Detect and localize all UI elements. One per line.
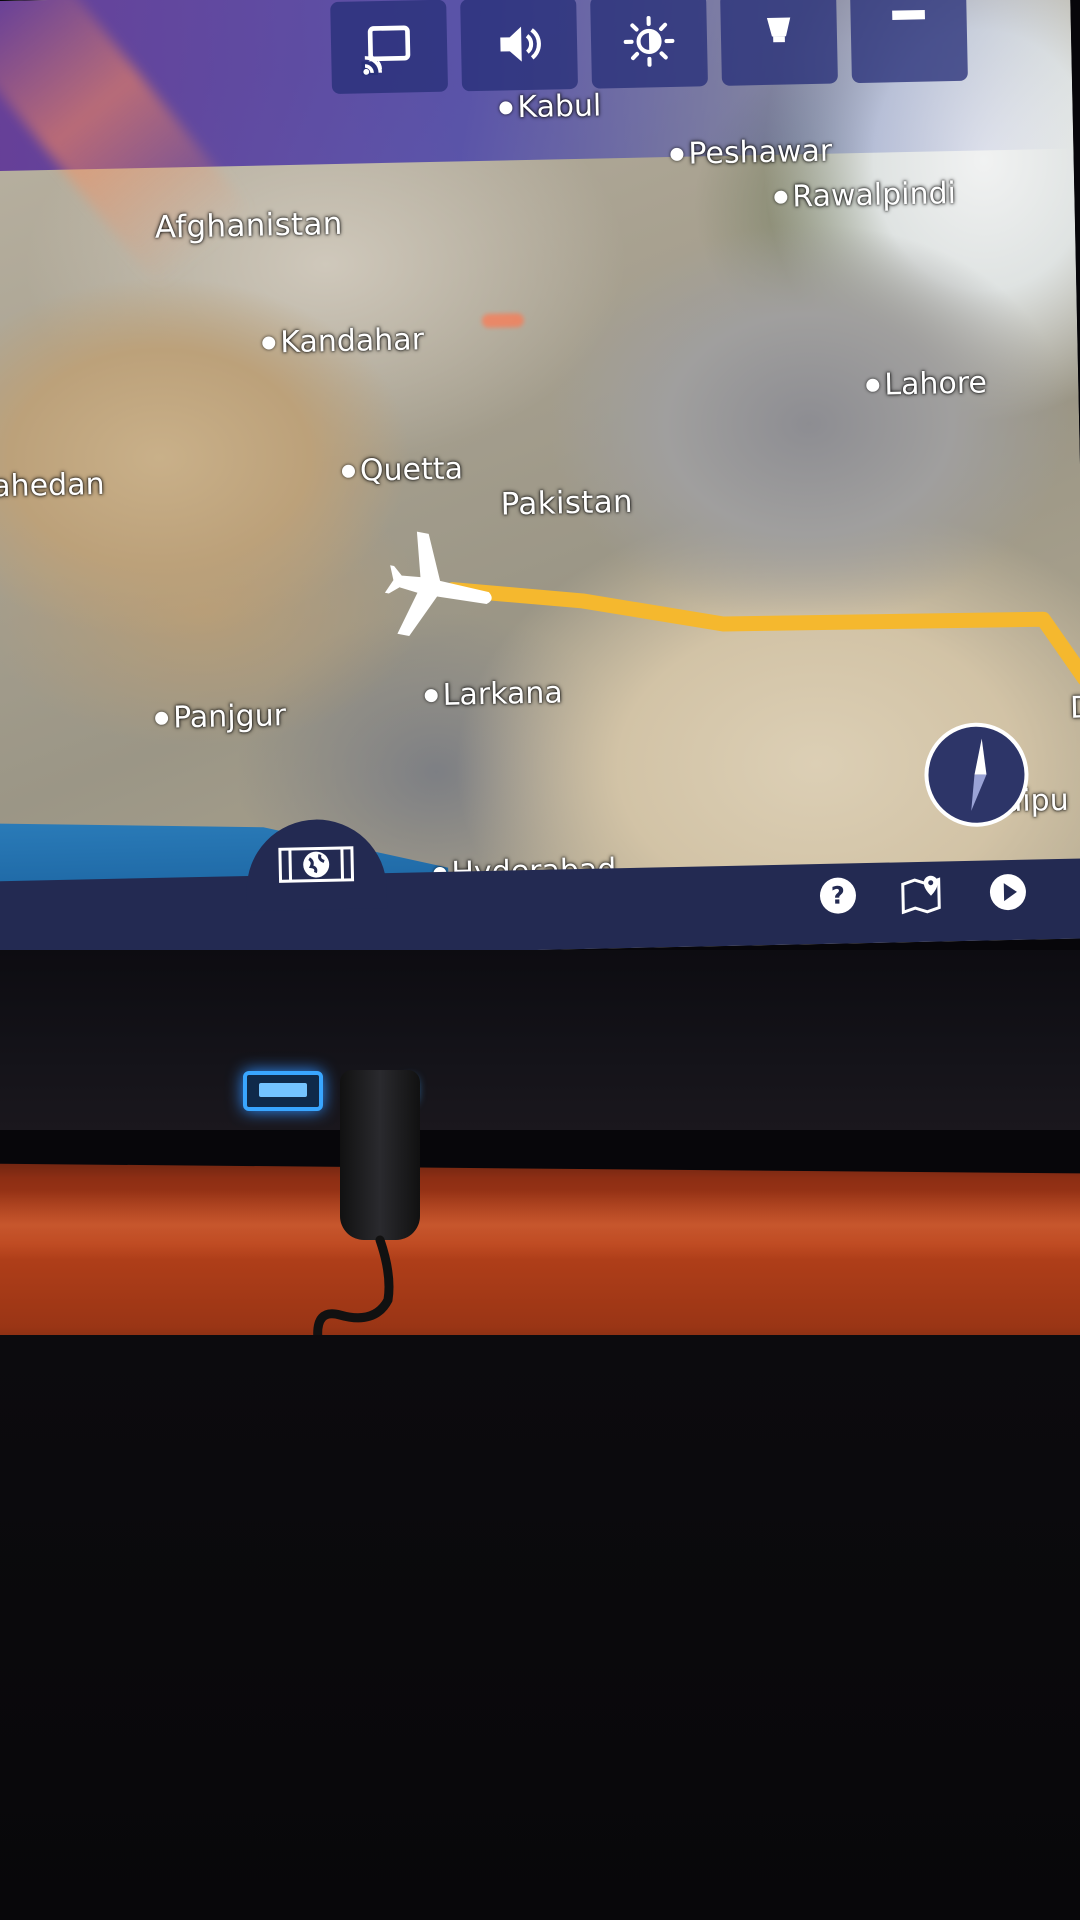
seatback-lower: [0, 1335, 1080, 1920]
